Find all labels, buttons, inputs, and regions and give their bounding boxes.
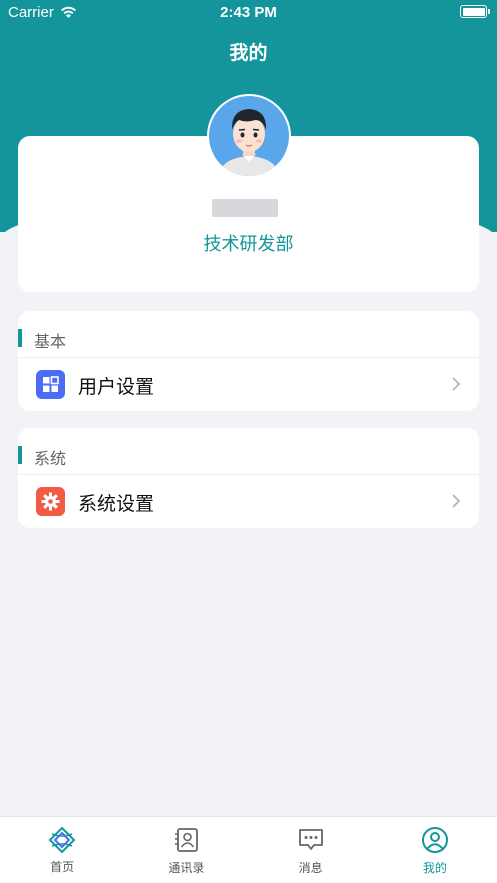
avatar-illustration <box>209 96 289 176</box>
profile-department: 技术研发部 <box>203 234 294 255</box>
tab-label: 首页 <box>50 860 75 874</box>
tab-contacts[interactable]: 通讯录 <box>124 817 248 883</box>
section-accent-bar <box>18 446 22 464</box>
profile-name-redacted <box>212 199 278 217</box>
tab-bar: 首页 通讯录 消息 我的 <box>0 816 497 883</box>
section-system: 系统 系统设置 <box>18 428 479 528</box>
tab-label: 我的 <box>422 861 447 875</box>
tab-label: 消息 <box>298 861 323 875</box>
chevron-right-icon <box>452 377 461 391</box>
tab-profile[interactable]: 我的 <box>373 817 497 883</box>
row-label: 用户设置 <box>78 376 155 398</box>
tab-messages[interactable]: 消息 <box>249 817 373 883</box>
section-label: 基本 <box>34 332 67 351</box>
status-bar: Carrier 2:43 PM <box>0 0 497 26</box>
page-title: 我的 <box>229 42 268 64</box>
gear-icon <box>36 487 65 516</box>
section-label: 系统 <box>34 449 67 468</box>
section-basic: 基本 用户设置 <box>18 311 479 411</box>
section-accent-bar <box>18 329 22 347</box>
battery-icon <box>460 5 490 18</box>
status-time: 2:43 PM <box>220 4 277 21</box>
message-icon <box>297 826 325 854</box>
home-logo-icon <box>48 826 76 854</box>
section-header: 基本 <box>18 311 479 358</box>
tab-label: 通讯录 <box>168 861 205 875</box>
grid-icon <box>36 370 65 399</box>
system-settings-row[interactable]: 系统设置 <box>18 475 479 527</box>
contacts-icon <box>172 826 200 854</box>
avatar[interactable] <box>207 94 291 178</box>
tab-home[interactable]: 首页 <box>0 817 124 883</box>
profile-icon <box>421 826 449 854</box>
row-label: 系统设置 <box>78 493 155 515</box>
user-settings-row[interactable]: 用户设置 <box>18 358 479 410</box>
chevron-right-icon <box>452 494 461 508</box>
section-header: 系统 <box>18 428 479 475</box>
